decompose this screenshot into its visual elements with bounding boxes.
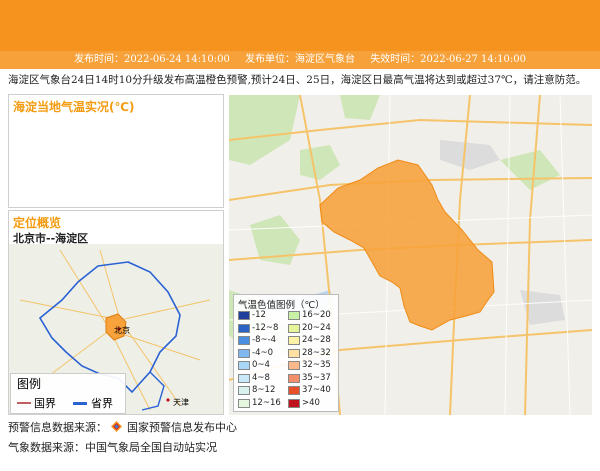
temperature-color-legend: 气温色值图例（℃） -12 16~20 -12~8 20~24 -8~-4 24~28 -4…	[233, 294, 339, 412]
legend-swatch	[288, 348, 300, 358]
legend-label: 32~35	[302, 360, 331, 370]
legend-swatch	[238, 373, 250, 383]
legend-label: -12	[252, 310, 266, 320]
legend-swatch	[238, 323, 250, 333]
legend-swatch	[238, 398, 250, 408]
legend-swatch	[238, 386, 250, 395]
legend-label: 16~20	[302, 310, 331, 320]
legend-label: 37~40	[302, 385, 331, 395]
legend-label: 8~12	[252, 385, 276, 395]
warning-center-name[interactable]: 国家预警信息发布中心	[127, 421, 237, 434]
weather-source-line: 气象数据来源：中国气象局全国自动站实况	[8, 441, 217, 454]
legend-label: 4~8	[252, 372, 270, 383]
legend-swatch	[238, 361, 250, 370]
warning-center-logo-icon	[110, 421, 122, 432]
legend-label: 28~32	[302, 347, 331, 358]
legend-label: 35~37	[302, 372, 331, 383]
legend-label: -4~0	[252, 347, 274, 358]
legend-label: -12~8	[252, 322, 279, 333]
legend-label: 20~24	[302, 322, 331, 333]
legend-swatch	[238, 336, 250, 345]
legend-swatch	[288, 398, 300, 408]
legend-swatch	[288, 323, 300, 333]
legend-label: 12~16	[252, 397, 281, 408]
legend-swatch	[288, 361, 300, 370]
legend-swatch	[288, 386, 300, 395]
warning-source-line: 预警信息数据来源： 国家预警信息发布中心	[8, 419, 237, 435]
temperature-legend-title: 气温色值图例（℃）	[238, 300, 325, 311]
legend-swatch	[288, 336, 300, 345]
warning-source-label: 预警信息数据来源：	[8, 421, 107, 434]
legend-label: 24~28	[302, 335, 331, 345]
legend-label: -8~-4	[252, 335, 277, 345]
legend-swatch	[288, 311, 300, 320]
legend-label: 0~4	[252, 360, 270, 370]
legend-swatch	[238, 311, 250, 320]
legend-swatch	[288, 373, 300, 383]
legend-label: >40	[302, 397, 320, 408]
legend-swatch	[238, 348, 250, 358]
